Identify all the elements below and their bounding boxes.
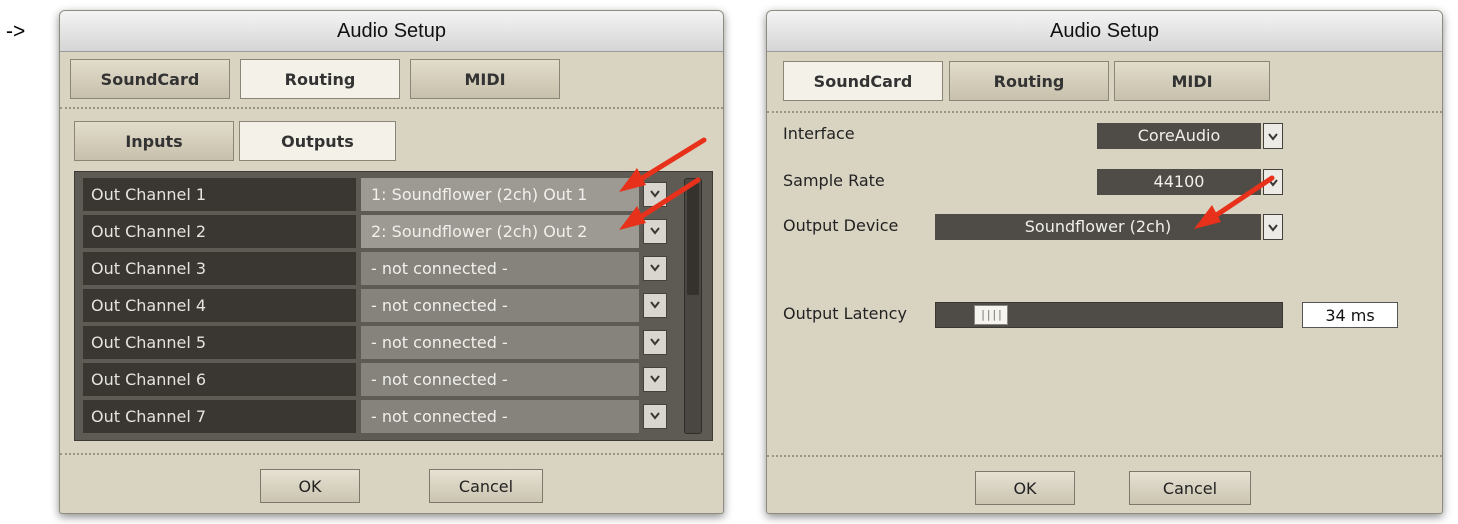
divider xyxy=(60,107,723,109)
subtab-inputs[interactable]: Inputs xyxy=(74,121,234,161)
chevron-down-icon xyxy=(650,338,660,346)
channel-label: Out Channel 4 xyxy=(83,289,356,322)
output-latency-slider[interactable]: |||| xyxy=(935,302,1283,328)
sample-rate-dropdown-button[interactable] xyxy=(1263,169,1283,195)
chevron-down-icon xyxy=(1268,133,1278,141)
output-device-label: Output Device xyxy=(783,216,899,235)
ok-button[interactable]: OK xyxy=(975,471,1075,505)
window-title: Audio Setup xyxy=(60,11,723,52)
ok-button[interactable]: OK xyxy=(260,469,360,503)
interface-dropdown-button[interactable] xyxy=(1263,123,1283,149)
tab-soundcard[interactable]: SoundCard xyxy=(783,61,943,101)
channel-assignment-select[interactable]: - not connected - xyxy=(361,326,639,359)
channel-label: Out Channel 1 xyxy=(83,178,356,211)
vertical-scrollbar[interactable] xyxy=(684,178,702,434)
cancel-button[interactable]: Cancel xyxy=(429,469,543,503)
scrollbar-thumb[interactable] xyxy=(687,183,699,295)
sample-rate-select[interactable]: 44100 xyxy=(1097,169,1261,195)
subtab-outputs[interactable]: Outputs xyxy=(239,121,396,161)
interface-select[interactable]: CoreAudio xyxy=(1097,123,1261,149)
channel-assignment-select[interactable]: - not connected - xyxy=(361,400,639,433)
channel-assignment-select[interactable]: 1: Soundflower (2ch) Out 1 xyxy=(361,178,639,211)
audio-setup-routing-window: Audio Setup SoundCard Routing MIDI Input… xyxy=(59,10,724,514)
output-routing-list: Out Channel 1 1: Soundflower (2ch) Out 1… xyxy=(74,171,713,441)
channel-assignment-select[interactable]: - not connected - xyxy=(361,289,639,322)
tab-midi[interactable]: MIDI xyxy=(1114,61,1270,101)
divider xyxy=(60,453,723,455)
window-title: Audio Setup xyxy=(767,11,1442,52)
chevron-down-icon xyxy=(650,264,660,272)
chevron-down-icon xyxy=(650,301,660,309)
dropdown-button[interactable] xyxy=(643,219,667,244)
dropdown-button[interactable] xyxy=(643,404,667,429)
channel-label: Out Channel 6 xyxy=(83,363,356,396)
slider-handle[interactable]: |||| xyxy=(974,305,1008,325)
tab-soundcard[interactable]: SoundCard xyxy=(70,59,230,99)
channel-label: Out Channel 7 xyxy=(83,400,356,433)
channel-assignment-select[interactable]: - not connected - xyxy=(361,252,639,285)
divider xyxy=(767,455,1442,457)
chevron-down-icon xyxy=(1268,179,1278,187)
dropdown-button[interactable] xyxy=(643,256,667,281)
dropdown-button[interactable] xyxy=(643,330,667,355)
output-device-select[interactable]: Soundflower (2ch) xyxy=(935,214,1261,240)
channel-assignment-select[interactable]: - not connected - xyxy=(361,363,639,396)
tab-routing[interactable]: Routing xyxy=(240,59,400,99)
audio-setup-soundcard-window: Audio Setup SoundCard Routing MIDI Inter… xyxy=(766,10,1443,514)
dropdown-button[interactable] xyxy=(643,367,667,392)
channel-label: Out Channel 3 xyxy=(83,252,356,285)
tab-midi[interactable]: MIDI xyxy=(410,59,560,99)
arrow-prefix-text: -> xyxy=(6,20,26,43)
tab-routing[interactable]: Routing xyxy=(949,61,1109,101)
dropdown-button[interactable] xyxy=(643,293,667,318)
chevron-down-icon xyxy=(650,190,660,198)
channel-label: Out Channel 2 xyxy=(83,215,356,248)
chevron-down-icon xyxy=(650,375,660,383)
chevron-down-icon xyxy=(1268,224,1278,232)
chevron-down-icon xyxy=(650,227,660,235)
interface-label: Interface xyxy=(783,124,855,143)
cancel-button[interactable]: Cancel xyxy=(1129,471,1251,505)
channel-label: Out Channel 5 xyxy=(83,326,356,359)
latency-readout: 34 ms xyxy=(1302,302,1398,328)
divider xyxy=(767,111,1442,113)
output-latency-label: Output Latency xyxy=(783,304,907,323)
dropdown-button[interactable] xyxy=(643,182,667,207)
chevron-down-icon xyxy=(650,412,660,420)
channel-assignment-select[interactable]: 2: Soundflower (2ch) Out 2 xyxy=(361,215,639,248)
sample-rate-label: Sample Rate xyxy=(783,171,885,190)
output-device-dropdown-button[interactable] xyxy=(1263,214,1283,240)
